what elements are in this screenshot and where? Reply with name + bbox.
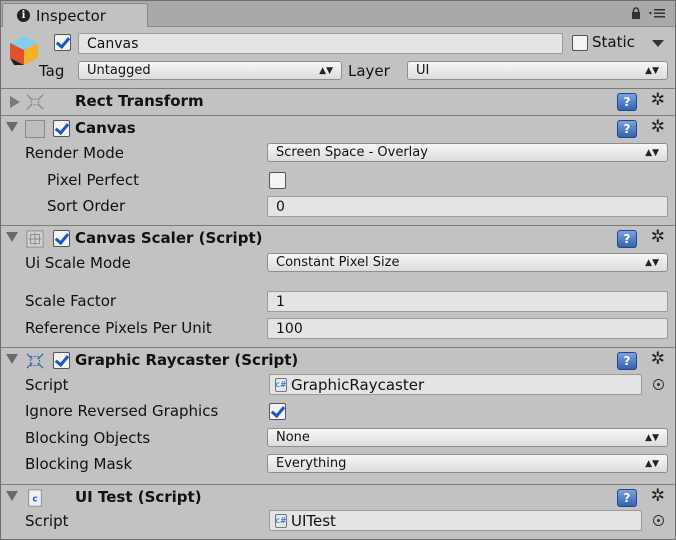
script-label: Script: [25, 376, 69, 394]
tag-value: Untagged: [87, 63, 151, 78]
gameobject-active-checkbox[interactable]: [54, 34, 71, 51]
component-title: Graphic Raycaster (Script): [75, 351, 299, 369]
tab-inspector[interactable]: i Inspector: [2, 3, 148, 27]
blocking-mask-label: Blocking Mask: [25, 455, 133, 473]
component-title: Canvas Scaler (Script): [75, 229, 263, 247]
ui-scale-mode-label: Ui Scale Mode: [25, 254, 131, 272]
ui-scale-mode-dropdown[interactable]: Constant Pixel Size ▲▼: [267, 253, 668, 272]
gear-icon[interactable]: ✲: [651, 349, 665, 369]
blocking-mask-dropdown[interactable]: Everything ▲▼: [267, 454, 668, 473]
render-mode-dropdown[interactable]: Screen Space - Overlay ▲▼: [267, 143, 668, 162]
script-component-icon: c: [28, 489, 42, 507]
info-icon: i: [17, 9, 30, 22]
sort-order-field[interactable]: 0: [267, 196, 668, 217]
gameobject-name-field[interactable]: Canvas: [78, 33, 563, 54]
inspector-window: i Inspector Canvas Static Tag Untagged ▲▼…: [0, 0, 676, 540]
tab-bar: i Inspector: [1, 1, 675, 27]
render-mode-label: Render Mode: [25, 144, 125, 162]
help-book-icon[interactable]: ?: [617, 230, 637, 248]
ignore-reversed-label: Ignore Reversed Graphics: [25, 402, 219, 420]
tag-label: Tag: [39, 62, 65, 80]
dropdown-arrows-icon: ▲▼: [645, 432, 659, 443]
graphic-raycaster-icon: [26, 353, 44, 369]
foldout-collapsed-icon[interactable]: [10, 96, 20, 108]
component-title: Canvas: [75, 119, 136, 137]
scale-factor-field[interactable]: 1: [267, 291, 668, 312]
lock-icon[interactable]: [631, 7, 641, 19]
component-header-canvas-scaler[interactable]: Canvas Scaler (Script) ? ✲: [1, 225, 675, 251]
gear-icon[interactable]: ✲: [651, 117, 665, 137]
reference-ppu-value: 100: [276, 320, 303, 337]
tag-dropdown[interactable]: Untagged ▲▼: [78, 61, 342, 80]
gear-icon[interactable]: ✲: [651, 227, 665, 247]
component-title: Rect Transform: [75, 92, 204, 110]
canvas-enabled-checkbox[interactable]: [53, 120, 70, 137]
static-label: Static: [592, 33, 635, 51]
help-book-icon[interactable]: ?: [617, 120, 637, 138]
dropdown-arrows-icon: ▲▼: [645, 257, 659, 268]
help-book-icon[interactable]: ?: [617, 352, 637, 370]
ignore-reversed-checkbox[interactable]: [269, 403, 286, 420]
blocking-objects-label: Blocking Objects: [25, 429, 151, 447]
graphic-raycaster-enabled-checkbox[interactable]: [53, 352, 70, 369]
tab-menu-icon[interactable]: [649, 7, 665, 19]
layer-dropdown[interactable]: UI ▲▼: [407, 61, 668, 80]
scale-factor-label: Scale Factor: [25, 292, 117, 310]
render-mode-value: Screen Space - Overlay: [276, 145, 428, 160]
component-header-ui-test[interactable]: c UI Test (Script) ? ✲: [1, 484, 675, 510]
foldout-expanded-icon[interactable]: [6, 491, 18, 501]
gameobject-name-value: Canvas: [87, 35, 139, 52]
scale-factor-value: 1: [276, 293, 285, 310]
gear-icon[interactable]: ✲: [651, 486, 665, 506]
object-picker-icon[interactable]: [653, 379, 664, 390]
component-header-graphic-raycaster[interactable]: Graphic Raycaster (Script) ? ✲: [1, 347, 675, 373]
blocking-objects-dropdown[interactable]: None ▲▼: [267, 428, 668, 447]
script-value: UITest: [291, 511, 336, 530]
canvas-scaler-enabled-checkbox[interactable]: [53, 230, 70, 247]
ui-scale-mode-value: Constant Pixel Size: [276, 255, 400, 270]
pixel-perfect-label: Pixel Perfect: [47, 171, 140, 189]
foldout-expanded-icon[interactable]: [6, 354, 18, 364]
reference-ppu-label: Reference Pixels Per Unit: [25, 319, 212, 337]
script-asset-icon: c#: [275, 377, 287, 392]
tab-title: Inspector: [36, 6, 106, 25]
component-header-rect-transform[interactable]: Rect Transform ? ✲: [1, 88, 675, 114]
script-label: Script: [25, 512, 69, 530]
script-asset-icon: c#: [275, 513, 287, 528]
ui-test-script-field[interactable]: c# UITest: [269, 510, 642, 531]
blocking-mask-value: Everything: [276, 456, 347, 471]
gameobject-cube-icon: [10, 36, 38, 65]
canvas-component-icon: [25, 120, 45, 138]
dropdown-arrows-icon: ▲▼: [645, 65, 659, 76]
sort-order-value: 0: [276, 198, 285, 215]
layer-label: Layer: [348, 62, 390, 80]
script-value: GraphicRaycaster: [291, 375, 425, 394]
dropdown-arrows-icon: ▲▼: [645, 147, 659, 158]
foldout-expanded-icon[interactable]: [6, 122, 18, 132]
foldout-expanded-icon[interactable]: [6, 232, 18, 242]
svg-text:c: c: [32, 495, 37, 505]
dropdown-arrows-icon: ▲▼: [319, 65, 333, 76]
object-picker-icon[interactable]: [653, 515, 664, 526]
layer-value: UI: [416, 63, 430, 78]
dropdown-arrows-icon: ▲▼: [645, 458, 659, 469]
gear-icon[interactable]: ✲: [651, 90, 665, 110]
sort-order-label: Sort Order: [47, 197, 126, 215]
graphic-raycaster-script-field[interactable]: c# GraphicRaycaster: [269, 374, 642, 395]
pixel-perfect-checkbox[interactable]: [269, 172, 286, 189]
static-checkbox[interactable]: [572, 35, 588, 51]
static-dropdown-icon[interactable]: [652, 40, 664, 47]
help-book-icon[interactable]: ?: [617, 93, 637, 111]
reference-ppu-field[interactable]: 100: [267, 318, 668, 339]
component-header-canvas[interactable]: Canvas ? ✲: [1, 115, 675, 141]
rect-transform-icon: [26, 94, 44, 110]
component-title: UI Test (Script): [75, 488, 202, 506]
tab-icons: [631, 7, 665, 19]
canvas-scaler-icon: [26, 230, 44, 248]
help-book-icon[interactable]: ?: [617, 489, 637, 507]
blocking-objects-value: None: [276, 430, 310, 445]
